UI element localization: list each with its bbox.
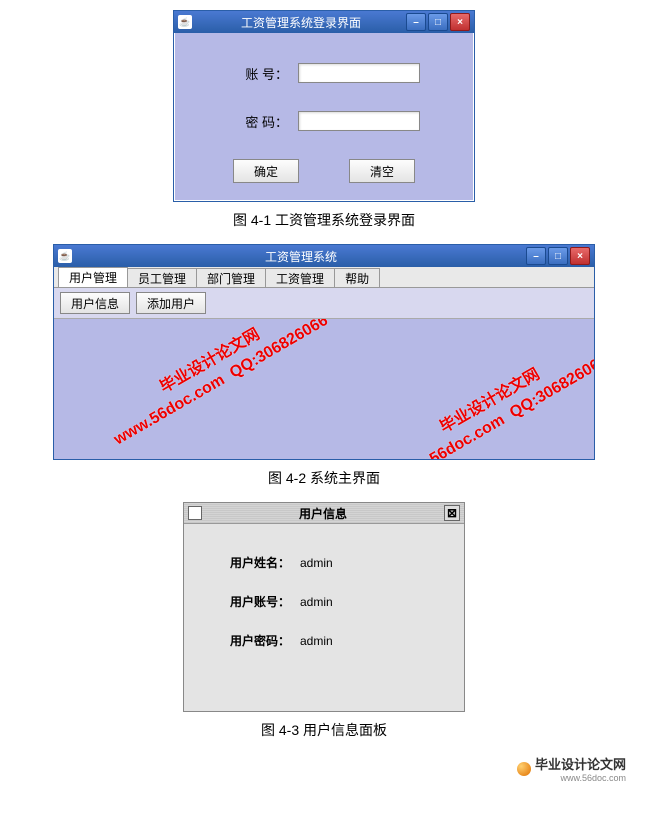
tab-user-mgmt[interactable]: 用户管理 — [58, 267, 128, 287]
login-body: 账 号： 密 码： 确定 清空 — [174, 33, 474, 201]
footer-watermark: 毕业设计论文网 www.56doc.com — [10, 754, 638, 784]
java-icon: ☕ — [178, 15, 192, 29]
watermark-icon: 毕业设计论文网 www.56doc.com QQ:306826066 — [379, 331, 594, 459]
titlebar: 用户信息 ⊠ — [184, 503, 464, 524]
site-logo: 毕业设计论文网 www.56doc.com — [517, 754, 626, 783]
figure-3: 用户信息 ⊠ 用户姓名： admin 用户账号： admin 用户密码： adm… — [10, 502, 638, 740]
minimize-button[interactable]: – — [406, 13, 426, 31]
tab-salary-mgmt[interactable]: 工资管理 — [265, 268, 335, 287]
main-window: ☕ 工资管理系统 – □ × 用户管理 员工管理 部门管理 工资管理 帮助 用户… — [53, 244, 595, 460]
figure-3-caption: 图 4-3 用户信息面板 — [10, 720, 638, 740]
close-button[interactable]: ⊠ — [444, 505, 460, 521]
password-label: 密 码： — [228, 112, 288, 131]
figure-2: ☕ 工资管理系统 – □ × 用户管理 员工管理 部门管理 工资管理 帮助 用户… — [10, 244, 638, 488]
main-body: 毕业设计论文网 www.56doc.com QQ:306826066 毕业设计论… — [54, 319, 594, 459]
account-input[interactable] — [298, 63, 420, 83]
figure-1-caption: 图 4-1 工资管理系统登录界面 — [10, 210, 638, 230]
window-controls: – □ × — [526, 247, 590, 265]
tab-dept-mgmt[interactable]: 部门管理 — [196, 268, 266, 287]
figure-2-caption: 图 4-2 系统主界面 — [10, 468, 638, 488]
tabstrip: 用户管理 员工管理 部门管理 工资管理 帮助 — [54, 267, 594, 288]
brand-text: 毕业设计论文网 www.56doc.com — [535, 754, 626, 783]
titlebar: ☕ 工资管理系统登录界面 – □ × — [174, 11, 474, 33]
watermark-icon: 毕业设计论文网 www.56doc.com QQ:306826066 — [99, 319, 333, 452]
frame-icon — [188, 506, 202, 520]
java-icon: ☕ — [58, 249, 72, 263]
login-window: ☕ 工资管理系统登录界面 – □ × 账 号： 密 码： 确定 清空 — [173, 10, 475, 202]
minimize-button[interactable]: – — [526, 247, 546, 265]
toolbar: 用户信息 添加用户 — [54, 288, 594, 319]
window-title: 工资管理系统登录界面 — [196, 14, 406, 31]
titlebar: ☕ 工资管理系统 – □ × — [54, 245, 594, 267]
maximize-button[interactable]: □ — [428, 13, 448, 31]
ok-button[interactable]: 确定 — [233, 159, 299, 183]
maximize-button[interactable]: □ — [548, 247, 568, 265]
tab-employee-mgmt[interactable]: 员工管理 — [127, 268, 197, 287]
account-row: 账 号： — [194, 63, 454, 83]
add-user-button[interactable]: 添加用户 — [136, 292, 206, 314]
window-title: 用户信息 — [206, 505, 440, 522]
value-account: admin — [300, 595, 333, 609]
close-button[interactable]: × — [450, 13, 470, 31]
user-info-frame: 用户信息 ⊠ 用户姓名： admin 用户账号： admin 用户密码： adm… — [183, 502, 465, 712]
brand-name: 毕业设计论文网 — [535, 757, 626, 772]
row-account: 用户账号： admin — [220, 593, 444, 610]
user-info-body: 用户姓名： admin 用户账号： admin 用户密码： admin — [184, 524, 464, 711]
logo-icon — [517, 762, 531, 776]
close-button[interactable]: × — [570, 247, 590, 265]
clear-button[interactable]: 清空 — [349, 159, 415, 183]
value-password: admin — [300, 634, 333, 648]
label-account: 用户账号： — [220, 593, 300, 610]
value-username: admin — [300, 556, 333, 570]
window-title: 工资管理系统 — [76, 248, 526, 265]
label-username: 用户姓名： — [220, 554, 300, 571]
row-password: 用户密码： admin — [220, 632, 444, 649]
user-info-button[interactable]: 用户信息 — [60, 292, 130, 314]
button-row: 确定 清空 — [194, 159, 454, 183]
password-input[interactable] — [298, 111, 420, 131]
brand-url: www.56doc.com — [535, 773, 626, 783]
tab-help[interactable]: 帮助 — [334, 268, 380, 287]
figure-1: ☕ 工资管理系统登录界面 – □ × 账 号： 密 码： 确定 清空 图 4-1… — [10, 10, 638, 230]
label-password: 用户密码： — [220, 632, 300, 649]
row-username: 用户姓名： admin — [220, 554, 444, 571]
password-row: 密 码： — [194, 111, 454, 131]
account-label: 账 号： — [228, 64, 288, 83]
window-controls: – □ × — [406, 13, 470, 31]
